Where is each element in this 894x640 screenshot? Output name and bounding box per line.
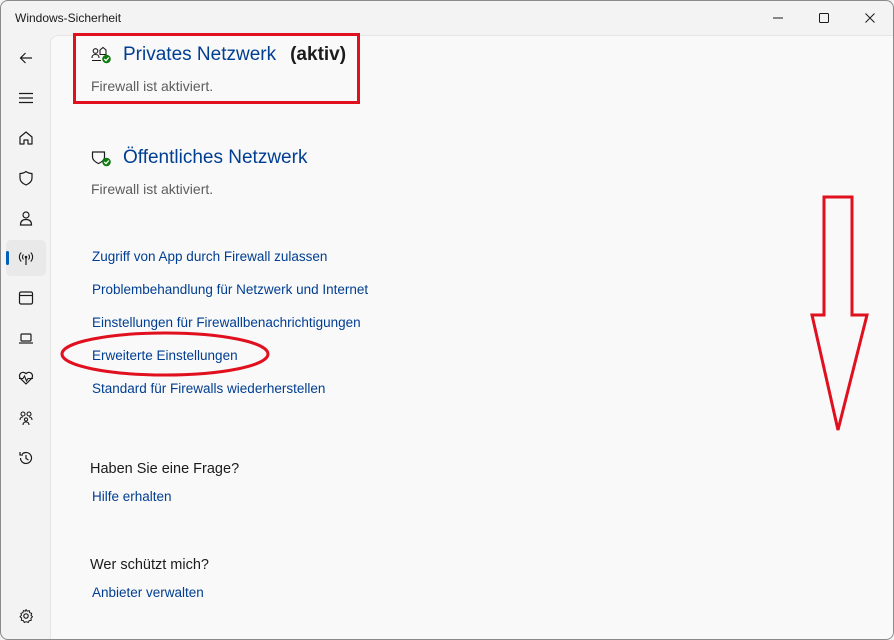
back-arrow-icon [19, 52, 32, 64]
nav-app-browser-control[interactable] [6, 280, 46, 316]
nav-family-options[interactable] [6, 400, 46, 436]
gear-icon [19, 609, 33, 623]
nav-firewall-network[interactable] [6, 240, 46, 276]
heart-pulse-icon [18, 371, 34, 385]
maximize-button[interactable] [801, 1, 847, 35]
public-network-check-icon [91, 151, 111, 167]
home-icon [19, 131, 33, 145]
public-network-title[interactable]: Öffentliches Netzwerk [123, 147, 307, 169]
menu-button[interactable] [6, 80, 46, 116]
public-network-status: Firewall ist aktiviert. [91, 181, 214, 197]
minimize-button[interactable] [755, 1, 801, 35]
advanced-settings-link[interactable]: Erweiterte Einstellungen [92, 348, 238, 363]
antenna-icon [18, 252, 34, 265]
nav-virus-protection[interactable] [6, 160, 46, 196]
shield-icon [19, 170, 33, 186]
nav-settings[interactable] [6, 598, 46, 634]
back-button[interactable] [6, 40, 46, 76]
maximize-icon [819, 13, 829, 23]
app-window: Windows-Sicherheit Privates Netzwerk (ak… [0, 0, 894, 640]
laptop-icon [19, 333, 33, 344]
firewall-notification-settings-link[interactable]: Einstellungen für Firewallbenachrichtigu… [92, 315, 361, 330]
network-troubleshooter-link[interactable]: Problembehandlung für Netzwerk und Inter… [92, 282, 368, 297]
active-indicator [6, 251, 9, 265]
get-help-link[interactable]: Hilfe erhalten [92, 489, 172, 504]
nav-home[interactable] [6, 120, 46, 156]
close-icon [865, 13, 875, 23]
minimize-icon [773, 17, 783, 19]
help-heading: Haben Sie eine Frage? [90, 461, 240, 477]
protector-heading: Wer schützt mich? [90, 557, 209, 573]
annotation-rectangle [73, 33, 360, 104]
content-pane: Privates Netzwerk (aktiv) Firewall ist ak… [50, 35, 893, 639]
nav-account-protection[interactable] [6, 200, 46, 236]
nav-device-security[interactable] [6, 320, 46, 356]
nav-device-health[interactable] [6, 360, 46, 396]
close-button[interactable] [847, 1, 893, 35]
left-navigation [1, 35, 50, 639]
restore-firewall-defaults-link[interactable]: Standard für Firewalls wiederherstellen [92, 381, 325, 396]
hamburger-icon [19, 92, 33, 104]
history-icon [19, 451, 33, 465]
person-icon [19, 211, 33, 226]
family-icon [19, 411, 33, 426]
browser-window-icon [18, 291, 34, 305]
manage-providers-link[interactable]: Anbieter verwalten [92, 585, 204, 600]
title-bar[interactable]: Windows-Sicherheit [1, 1, 893, 35]
window-title: Windows-Sicherheit [15, 11, 122, 25]
allow-app-through-firewall-link[interactable]: Zugriff von App durch Firewall zulassen [92, 249, 327, 264]
nav-protection-history[interactable] [6, 440, 46, 476]
